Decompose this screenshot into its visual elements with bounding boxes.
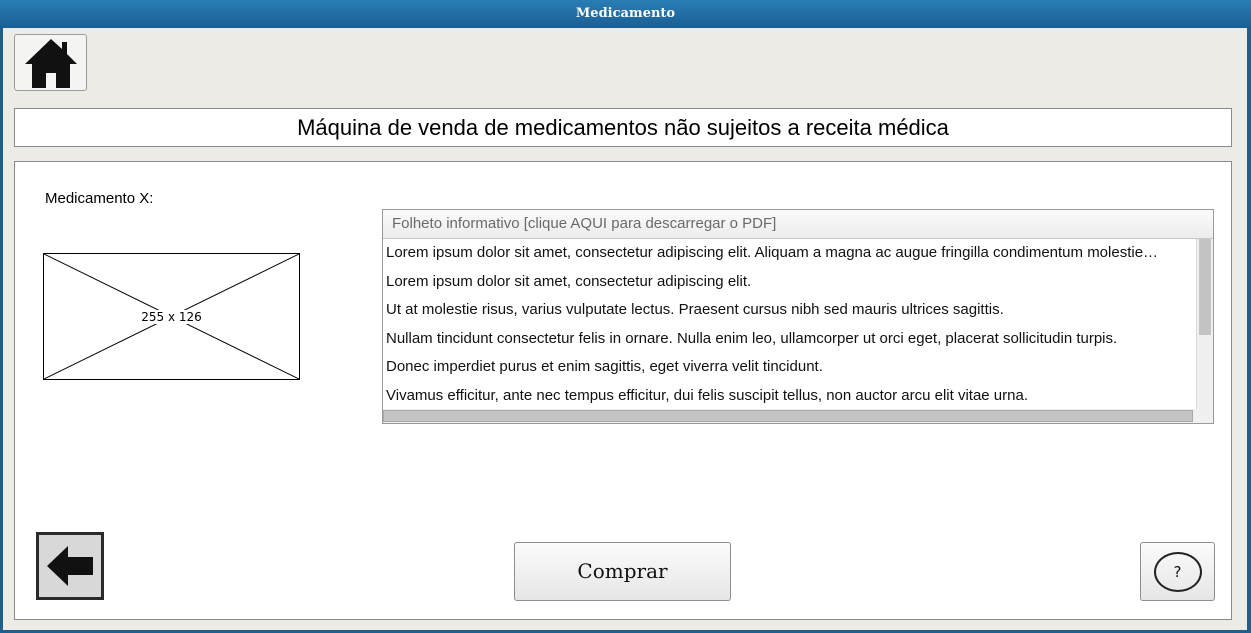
list-item: Lorem ipsum dolor sit amet, consectetur … (386, 244, 1159, 261)
list-item: Donec imperdiet purus et enim sagittis, … (386, 358, 823, 376)
list-item: Lorem ipsum dolor sit amet, consectetur … (386, 272, 752, 290)
home-icon (24, 38, 77, 88)
back-button[interactable] (36, 532, 104, 600)
home-button[interactable] (14, 34, 87, 91)
list-item: Nullam tincidunt consectetur felis in or… (386, 329, 1118, 347)
horizontal-scrollbar[interactable] (383, 409, 1197, 423)
product-image-placeholder: 255 x 126 (43, 253, 300, 380)
window-title: Medicamento (0, 0, 1251, 28)
help-button[interactable]: ? (1140, 542, 1215, 601)
horizontal-scrollbar-thumb[interactable] (383, 410, 1193, 422)
page-title: Máquina de venda de medicamentos não suj… (14, 108, 1232, 147)
placeholder-size-text: 255 x 126 (140, 309, 203, 324)
leaflet-body: Lorem ipsum dolor sit amet, consectetur … (383, 239, 1197, 408)
list-item: Vivamus efficitur, ante nec tempus effic… (386, 386, 1028, 404)
leaflet-list[interactable]: Folheto informativo [clique AQUI para de… (382, 209, 1214, 424)
main-window: Máquina de venda de medicamentos não suj… (3, 28, 1247, 630)
buy-button[interactable]: Comprar (514, 542, 731, 601)
vertical-scrollbar-thumb[interactable] (1199, 239, 1211, 335)
list-item: Ut at molestie risus, varius vulputate l… (386, 301, 1004, 319)
vertical-scrollbar[interactable] (1196, 239, 1213, 423)
leaflet-download-link[interactable]: Folheto informativo [clique AQUI para de… (383, 210, 1213, 239)
help-icon: ? (1153, 551, 1202, 592)
product-label: Medicamento X: (45, 190, 154, 207)
arrow-left-icon (47, 546, 93, 586)
